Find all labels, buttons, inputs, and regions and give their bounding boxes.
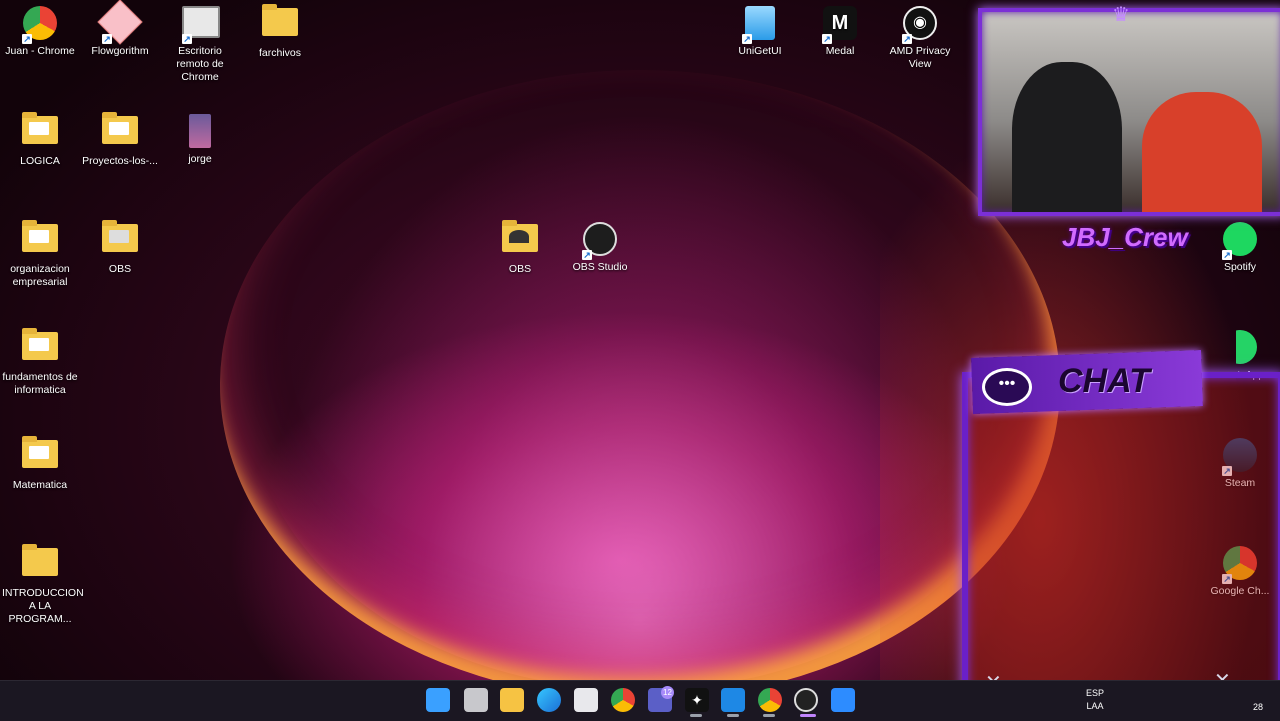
- desktop-icon-label: OBS Studio: [572, 261, 628, 273]
- desktop-icon-juan-chrome[interactable]: ↗ Juan - Chrome: [0, 2, 80, 58]
- desktop-icon-logica[interactable]: LOGICA: [0, 110, 80, 168]
- desktop-icon-label: AMD Privacy View: [889, 45, 951, 70]
- language-code: ESP: [1085, 688, 1104, 698]
- task-view-icon[interactable]: [464, 688, 488, 712]
- desktop-icon-organizacion-empresarial[interactable]: organizacion empresarial: [0, 218, 80, 289]
- desktop-icon-escritorio-remoto[interactable]: ↗ Escritorio remoto de Chrome: [160, 2, 240, 84]
- desktop-icon-label: Medal: [825, 45, 855, 57]
- folder-icon: [262, 4, 298, 36]
- folder-icon: [102, 220, 138, 252]
- desktop-icon-obs-folder-2[interactable]: OBS: [480, 218, 560, 276]
- tidal-icon[interactable]: ✦: [685, 688, 709, 712]
- shortcut-arrow-icon: ↗: [742, 34, 752, 44]
- desktop-icon-label: INTRODUCCION A LA PROGRAM...: [2, 587, 84, 625]
- desktop-icon-medal[interactable]: M ↗ Medal: [800, 2, 880, 58]
- desktop-icon-label: Juan - Chrome: [5, 45, 75, 57]
- folder-icon: [502, 220, 538, 252]
- desktop-icon-label: Flowgorithm: [91, 45, 149, 57]
- desktop-icon-label: OBS: [108, 263, 132, 275]
- shortcut-arrow-icon: ↗: [582, 250, 592, 260]
- active-indicator: [800, 714, 816, 717]
- shortcut-arrow-icon: ↗: [902, 34, 912, 44]
- folder-icon: [22, 544, 58, 576]
- chat-title: CHAT: [1058, 362, 1150, 400]
- shortcut-arrow-icon: ↗: [822, 34, 832, 44]
- chrome-dev-icon[interactable]: [758, 688, 782, 712]
- desktop-icon-jorge[interactable]: jorge: [160, 110, 240, 166]
- start-icon[interactable]: [426, 688, 450, 712]
- folder-icon: [22, 328, 58, 360]
- vscode-icon[interactable]: [721, 688, 745, 712]
- streamer-right: [1142, 92, 1262, 212]
- running-indicator: [727, 714, 739, 717]
- desktop-icon-matematica[interactable]: Matematica: [0, 434, 80, 492]
- obs-studio-taskbar-icon[interactable]: [794, 688, 818, 712]
- chat-overlay: [962, 372, 1280, 714]
- streamer-left: [1012, 62, 1122, 212]
- desktop-icon-label: jorge: [188, 153, 212, 165]
- keyboard-layout: LAA: [1086, 701, 1104, 711]
- chrome-icon[interactable]: [611, 688, 635, 712]
- zoom-icon[interactable]: [831, 688, 855, 712]
- desktop-icon-obs-folder[interactable]: OBS: [80, 218, 160, 276]
- desktop-icon-label: OBS: [508, 263, 532, 275]
- folder-icon: [102, 112, 138, 144]
- clock-fragment[interactable]: 28: [1250, 702, 1266, 712]
- desktop-icon-obs-studio[interactable]: ↗ OBS Studio: [560, 218, 640, 274]
- shortcut-arrow-icon: ↗: [182, 34, 192, 44]
- shortcut-arrow-icon: ↗: [1222, 250, 1232, 260]
- desktop-icon-label: Spotify: [1223, 261, 1257, 273]
- desktop-icon-farchivos[interactable]: farchivos: [240, 2, 320, 60]
- notification-badge: 12: [661, 686, 674, 699]
- desktop-icon-flowgorithm[interactable]: ↗ Flowgorithm: [80, 0, 160, 58]
- crew-logo: JBJ_Crew: [1062, 222, 1188, 252]
- file-icon: [189, 114, 211, 148]
- chat-bubble-icon: •••: [982, 368, 1032, 406]
- desktop-icon-label: farchivos: [258, 47, 301, 59]
- desktop-icon-introduccion-programacion[interactable]: INTRODUCCION A LA PROGRAM...: [0, 542, 84, 626]
- shortcut-arrow-icon: ↗: [102, 34, 112, 44]
- microsoft-store-icon[interactable]: [574, 688, 598, 712]
- desktop-icon-label: organizacion empresarial: [10, 263, 70, 288]
- desktop-icon-unigetui[interactable]: ↗ UniGetUI: [720, 2, 800, 58]
- crown-icon: ♛: [1112, 4, 1130, 26]
- folder-icon: [22, 436, 58, 468]
- shortcut-arrow-icon: ↗: [22, 34, 32, 44]
- edge-icon[interactable]: [537, 688, 561, 712]
- desktop-icon-label: UniGetUI: [738, 45, 782, 57]
- folder-icon: [22, 112, 58, 144]
- running-indicator: [763, 714, 775, 717]
- desktop-icon-fundamentos-informatica[interactable]: fundamentos de informatica: [0, 326, 80, 397]
- running-indicator: [690, 714, 702, 717]
- desktop-icon-amd-privacy-view[interactable]: ◉ ↗ AMD Privacy View: [880, 2, 960, 71]
- desktop-icon-label: Matematica: [12, 479, 68, 491]
- folder-icon: [22, 220, 58, 252]
- desktop-icon-label: Escritorio remoto de Chrome: [176, 45, 224, 83]
- desktop-icon-label: fundamentos de informatica: [2, 371, 78, 396]
- language-indicator[interactable]: ESP LAA: [1080, 688, 1110, 711]
- desktop-icon-proyectos[interactable]: Proyectos-los-...: [80, 110, 160, 168]
- desktop-icon-spotify[interactable]: ↗ Spotify: [1200, 218, 1280, 274]
- file-explorer-icon[interactable]: [500, 688, 524, 712]
- desktop-icon-label: Proyectos-los-...: [82, 155, 158, 167]
- webcam-overlay: [978, 8, 1280, 216]
- desktop-icon-label: LOGICA: [20, 155, 60, 167]
